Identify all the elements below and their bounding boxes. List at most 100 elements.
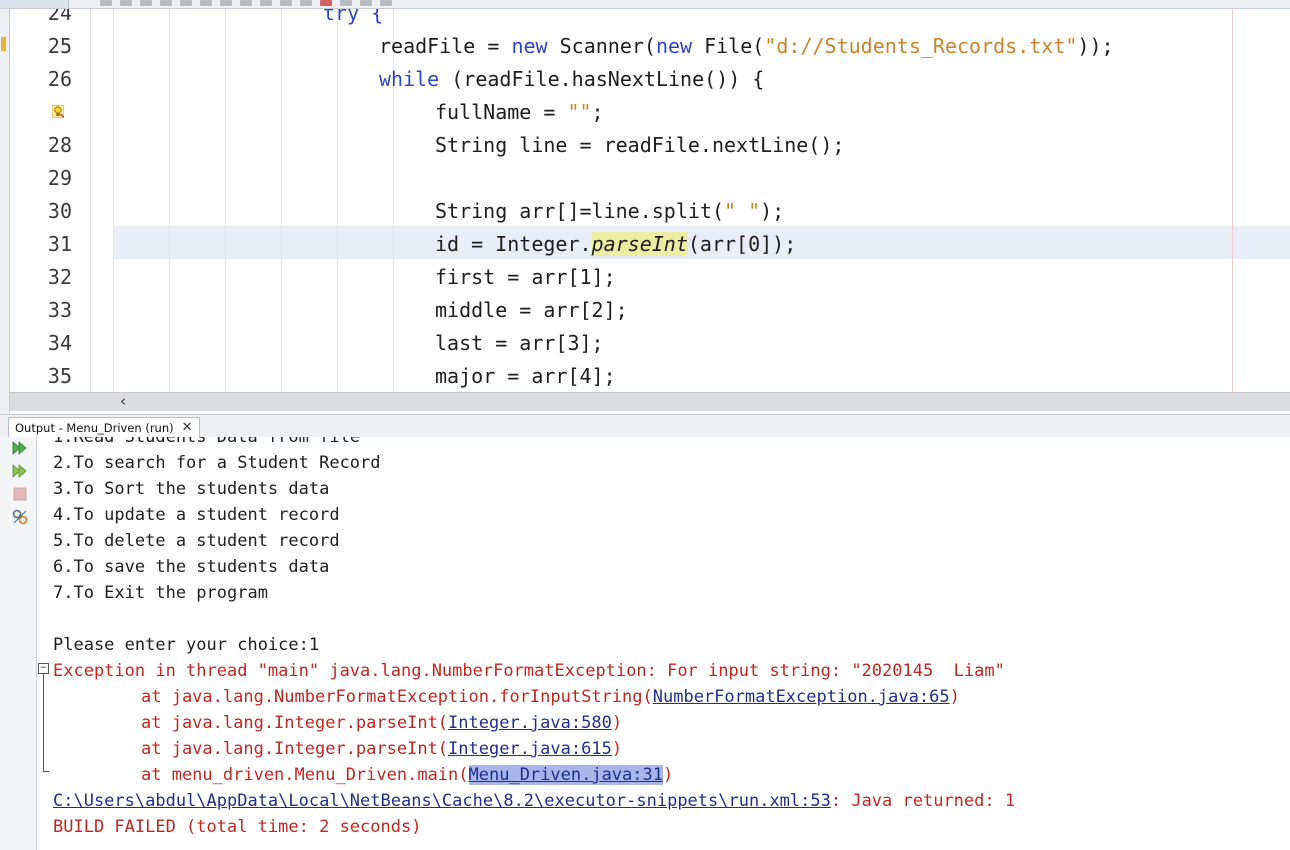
line-number-gutter: 24 25 26 28 29 30 31 32 33 34 35 — [10, 9, 91, 392]
toolbar-button[interactable] — [180, 0, 192, 6]
code-editor[interactable]: 24 25 26 28 29 30 31 32 33 34 35 try { r… — [10, 9, 1290, 392]
code-line: readFile = new Scanner(new File("d://Stu… — [91, 30, 1290, 63]
line-number: 28 — [47, 133, 72, 157]
hint-bulb-icon[interactable] — [52, 105, 64, 118]
code-line-text: first = arr[1]; — [435, 265, 616, 289]
output-line: Please enter your choice:1 — [53, 635, 320, 655]
code-line-text: major = arr[4]; — [435, 364, 616, 388]
toolbar-button[interactable] — [140, 0, 152, 6]
line-number: 31 — [47, 232, 72, 256]
toolbar-button[interactable] — [320, 0, 332, 6]
code-line: fullName = ""; — [91, 96, 1290, 129]
code-line: middle = arr[2]; — [91, 294, 1290, 327]
stack-trace-link-selected[interactable]: Menu_Driven.java:31 — [468, 765, 663, 785]
build-failed-message: BUILD FAILED (total time: 2 seconds) — [53, 817, 422, 837]
toolbar-button[interactable] — [300, 0, 312, 6]
toolbar-button[interactable] — [200, 0, 212, 6]
settings-icon[interactable] — [11, 508, 29, 526]
fold-guide — [43, 674, 44, 771]
code-line-text: id = Integer.parseInt(arr[0]); — [435, 232, 797, 256]
output-tab[interactable]: Output - Menu_Driven (run) ✕ — [8, 417, 200, 437]
line-number: 30 — [47, 199, 72, 223]
output-tab-title: Output - Menu_Driven (run) — [15, 420, 174, 435]
editor-left-strip — [0, 9, 10, 414]
stack-trace-link[interactable]: Integer.java:615 — [448, 739, 612, 759]
output-line: 6.To save the students data — [53, 557, 330, 577]
stack-trace-text: at java.lang.NumberFormatException.forIn… — [141, 687, 653, 707]
code-line-text: try { — [323, 9, 384, 25]
toolbar-button[interactable] — [280, 0, 292, 6]
stack-trace-text: at java.lang.Integer.parseInt( — [141, 713, 449, 733]
line-number: 32 — [47, 265, 72, 289]
stack-trace-text: at menu_driven.Menu_Driven.main( — [141, 765, 469, 785]
stack-trace-line: at java.lang.NumberFormatException.forIn… — [141, 684, 960, 710]
build-result-line: C:\Users\abdul\AppData\Local\NetBeans\Ca… — [53, 788, 1015, 814]
line-number: 26 — [47, 67, 72, 91]
output-panel-header: Output - Menu_Driven (run) ✕ — [0, 414, 1290, 438]
stack-trace-line: at java.lang.Integer.parseInt(Integer.ja… — [141, 710, 622, 736]
code-line-text: String arr[]=line.split(" "); — [435, 199, 785, 223]
toolbar-button[interactable] — [160, 0, 172, 6]
line-number: 35 — [47, 364, 72, 388]
horizontal-scrollbar[interactable]: ‹ — [10, 392, 1290, 411]
code-area[interactable]: try { readFile = new Scanner(new File("d… — [91, 9, 1290, 392]
stack-trace-text: ) — [949, 687, 960, 707]
stack-trace-text: ) — [611, 739, 623, 759]
toolbar-button[interactable] — [380, 0, 392, 6]
stack-trace-text: ) — [611, 713, 623, 733]
line-number: 25 — [47, 34, 72, 58]
editor-tab[interactable] — [0, 0, 69, 8]
output-console[interactable]: 1.Read Students Data from file 2.To sear… — [37, 437, 1290, 850]
fold-icon[interactable]: − — [38, 663, 49, 674]
code-line: while (readFile.hasNextLine()) { — [91, 63, 1290, 96]
code-line: major = arr[4]; — [91, 360, 1290, 392]
output-line: 4.To update a student record — [53, 505, 340, 525]
toolbar-button[interactable] — [340, 0, 352, 6]
toolbar-button[interactable] — [240, 0, 252, 6]
stack-trace-text: ) — [662, 765, 674, 785]
build-return-text: : Java returned: 1 — [830, 791, 1016, 811]
code-line: String arr[]=line.split(" "); — [91, 195, 1290, 228]
toolbar-button[interactable] — [120, 0, 132, 6]
stack-trace-link[interactable]: Integer.java:580 — [448, 713, 612, 733]
code-line-text: fullName = ""; — [435, 100, 604, 124]
output-side-toolbar — [0, 437, 37, 850]
line-number: 29 — [47, 166, 72, 190]
code-line: String line = readFile.nextLine(); — [91, 129, 1290, 162]
scroll-left-icon[interactable]: ‹ — [115, 393, 131, 411]
toolbar-button[interactable] — [220, 0, 232, 6]
build-script-link[interactable]: C:\Users\abdul\AppData\Local\NetBeans\Ca… — [53, 791, 831, 811]
stack-trace-line: at menu_driven.Menu_Driven.main(Menu_Dri… — [141, 762, 673, 788]
code-line: try { — [91, 9, 1290, 30]
code-line-text: readFile = new Scanner(new File("d://Stu… — [379, 34, 1114, 58]
code-line-text: String line = readFile.nextLine(); — [435, 133, 845, 157]
toolbar-icons — [100, 0, 392, 8]
stack-trace-link[interactable]: NumberFormatException.java:65 — [653, 687, 950, 707]
toolbar — [0, 0, 1290, 9]
output-line: 1.Read Students Data from file — [53, 437, 361, 447]
line-number: 34 — [47, 331, 72, 355]
code-line-text: while (readFile.hasNextLine()) { — [379, 67, 765, 91]
code-line: first = arr[1]; — [91, 261, 1290, 294]
stack-trace-text: at java.lang.Integer.parseInt( — [141, 739, 449, 759]
line-number: 33 — [47, 298, 72, 322]
rerun-with-options-icon[interactable] — [11, 462, 29, 480]
close-icon[interactable]: ✕ — [182, 420, 193, 435]
output-line: 7.To Exit the program — [53, 583, 268, 603]
stop-icon[interactable] — [11, 485, 29, 503]
output-line: 5.To delete a student record — [53, 531, 340, 551]
toolbar-button[interactable] — [360, 0, 372, 6]
line-number: 24 — [47, 9, 72, 25]
bookmark-marker — [1, 37, 6, 51]
stack-trace-line: at java.lang.Integer.parseInt(Integer.ja… — [141, 736, 622, 762]
output-line: 3.To Sort the students data — [53, 479, 330, 499]
exception-message: Exception in thread "main" java.lang.Num… — [53, 661, 1005, 681]
output-line: 2.To search for a Student Record — [53, 453, 381, 473]
code-line-text: middle = arr[2]; — [435, 298, 628, 322]
toolbar-button[interactable] — [100, 0, 112, 6]
fold-guide-end — [43, 771, 49, 772]
toolbar-button[interactable] — [260, 0, 272, 6]
code-line: last = arr[3]; — [91, 327, 1290, 360]
rerun-icon[interactable] — [11, 439, 29, 457]
